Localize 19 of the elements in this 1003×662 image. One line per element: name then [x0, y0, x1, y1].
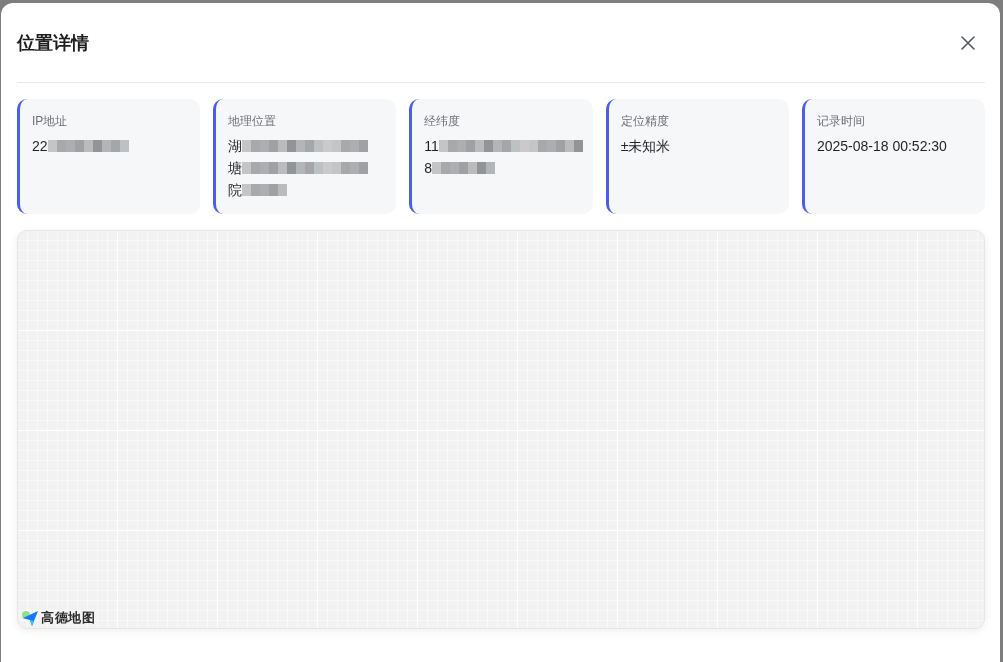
close-icon: [961, 36, 975, 50]
pixelated-redaction: [432, 162, 495, 174]
card-value: 8: [424, 159, 432, 178]
card-label: 记录时间: [816, 113, 866, 130]
card-value: 2025-08-18 00:52:30: [816, 137, 947, 156]
map-attribution: 高德地图: [41, 610, 95, 626]
card-value: ±未知米: [620, 137, 671, 156]
card-label: IP地址: [32, 113, 69, 130]
card-value: 塘: [228, 159, 243, 178]
navigation-arrow-icon: [22, 610, 39, 626]
pixelated-redaction: [242, 184, 288, 196]
card-label: 地理位置: [228, 113, 278, 130]
card-value: 11: [424, 137, 439, 156]
card-label: 定位精度: [620, 113, 670, 130]
card-value: 22: [32, 137, 48, 156]
card-value: 院: [228, 181, 243, 200]
dialog-title: 位置详情: [17, 32, 89, 55]
card-value: 湖: [228, 137, 243, 156]
card-label: 经纬度: [424, 113, 462, 130]
